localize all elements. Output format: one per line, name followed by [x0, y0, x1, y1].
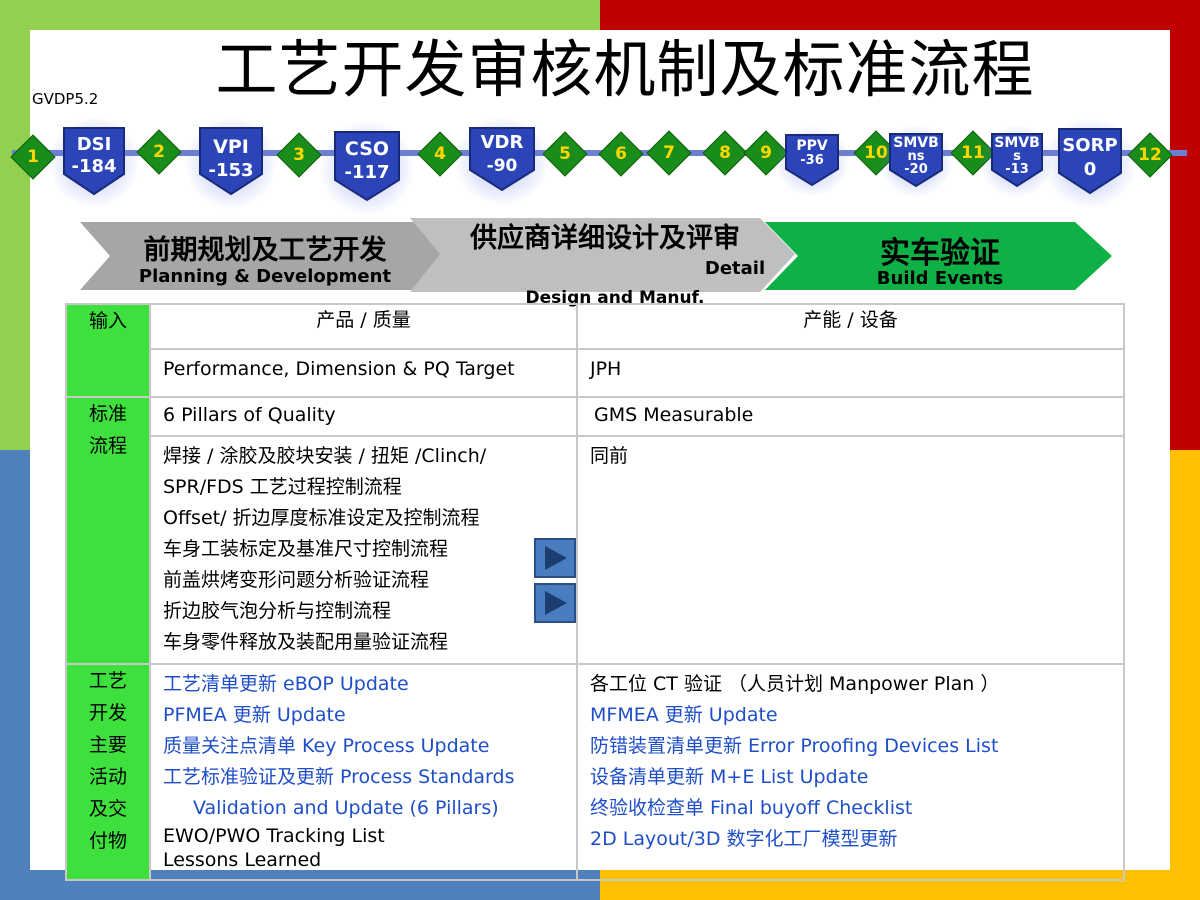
- activity-item[interactable]: Validation and Update (6 Pillars): [163, 793, 564, 824]
- standard-process-item: 前盖烘烤变形问题分析验证流程: [163, 569, 430, 591]
- activity-item[interactable]: MFMEA 更新 Update: [590, 700, 1111, 731]
- activity-item[interactable]: 设备清单更新 M+E List Update: [590, 762, 1111, 793]
- phase-planning-en: Planning & Development: [138, 266, 392, 287]
- process-table: 输入 产品 / 质量 产能 / 设备 Performance, Dimensio…: [65, 303, 1125, 881]
- gate-vpi: VPI -153: [184, 116, 278, 210]
- activity-item[interactable]: 工艺清单更新 eBOP Update: [163, 669, 564, 700]
- standard-process-item: 车身零件释放及装配用量验证流程: [163, 631, 449, 653]
- activities-label-line: 主要: [88, 734, 127, 756]
- activity-item[interactable]: 防错装置清单更新 Error Proofing Devices List: [590, 731, 1111, 762]
- activity-item: EWO/PWO Tracking List: [163, 825, 385, 847]
- header-row: 输入 产品 / 质量 产能 / 设备: [65, 303, 1125, 398]
- input-capacity-cell: JPH: [576, 348, 1125, 398]
- gate-ppv: PPV -36: [774, 125, 850, 197]
- col-header-capacity: 产能 / 设备: [576, 303, 1125, 350]
- activities-capacity-cell: 各工位 CT 验证 （人员计划 Manpower Plan ） MFMEA 更新 …: [576, 663, 1125, 881]
- page-title: 工艺开发审核机制及标准流程: [215, 33, 1035, 106]
- phase-build-cn: 实车验证: [880, 236, 1000, 271]
- standard-process-item: Offset/ 折边厚度标准设定及控制流程: [163, 507, 480, 529]
- standard-product-cell: 焊接 / 涂胶及胶块安装 / 扭矩 /Clinch/SPR/FDS 工艺过程控制…: [149, 435, 578, 665]
- gate-cso: CSO -117: [319, 120, 415, 216]
- activity-item[interactable]: 质量关注点清单 Key Process Update: [163, 731, 564, 762]
- standard-capacity-cell: 同前: [576, 435, 1125, 665]
- standard-process-item: SPR/FDS 工艺过程控制流程: [163, 476, 402, 498]
- standard-label: 标准 流程: [65, 396, 151, 665]
- gate-dsi: DSI -184: [48, 116, 140, 208]
- gate-smvbns: SMVB ns -20: [878, 124, 954, 198]
- input-product-cell: Performance, Dimension & PQ Target: [149, 348, 578, 398]
- gate-vdr: VDR -90: [454, 116, 550, 206]
- activities-product-cell: 工艺清单更新 eBOP Update PFMEA 更新 Update 质量关注点清单…: [149, 663, 578, 881]
- activity-item[interactable]: 2D Layout/3D 数字化工厂模型更新: [590, 824, 1111, 855]
- play-button-2[interactable]: [534, 583, 576, 623]
- pillars-row: 标准 流程 6 Pillars of Quality GMS Measurabl…: [65, 396, 1125, 665]
- col-header-product: 产品 / 质量: [149, 303, 578, 350]
- play-button-1[interactable]: [534, 538, 576, 578]
- standard-process-item: 折边胶气泡分析与控制流程: [163, 600, 392, 622]
- standard-process-item: 车身工装标定及基准尺寸控制流程: [163, 538, 449, 560]
- input-label: 输入: [65, 303, 151, 398]
- activities-label-line: 及交: [88, 798, 127, 820]
- activities-label-line: 活动: [88, 766, 127, 788]
- activities-label: 工艺开发主要活动及交付物: [65, 663, 151, 881]
- activity-item[interactable]: PFMEA 更新 Update: [163, 700, 564, 731]
- standard-process-item: 焊接 / 涂胶及胶块安装 / 扭矩 /Clinch/: [163, 445, 487, 467]
- gate-sorp: SORP 0: [1043, 117, 1137, 209]
- input-row: Performance, Dimension & PQ Target JPH: [66, 348, 1125, 398]
- activity-item: Lessons Learned: [163, 849, 322, 871]
- activity-item: 各工位 CT 验证 （人员计划 Manpower Plan ）: [590, 673, 1000, 695]
- version-label: GVDP5.2: [32, 90, 99, 108]
- phase-build-en: Build Events: [876, 268, 1004, 289]
- activities-label-line: 工艺: [88, 670, 127, 692]
- activities-label-line: 付物: [88, 830, 127, 852]
- pillars-product-cell: 6 Pillars of Quality: [149, 396, 578, 437]
- activity-item[interactable]: 工艺标准验证及更新 Process Standards: [163, 762, 564, 793]
- phase-design-en-1: Detail: [704, 258, 766, 279]
- phase-planning-cn: 前期规划及工艺开发: [143, 235, 387, 266]
- phase-design-cn: 供应商详细设计及评审: [470, 223, 740, 254]
- activities-label-line: 开发: [88, 702, 127, 724]
- activities-row: 工艺开发主要活动及交付物 工艺清单更新 eBOP Update PFMEA 更新 …: [65, 663, 1125, 881]
- pillars-capacity-cell: GMS Measurable: [576, 396, 1125, 437]
- activity-item[interactable]: 终验收检查单 Final buyoff Checklist: [590, 793, 1111, 824]
- gate-smvbs: SMVB s -13: [980, 124, 1054, 198]
- standard-row: 焊接 / 涂胶及胶块安装 / 扭矩 /Clinch/SPR/FDS 工艺过程控制…: [66, 435, 1125, 665]
